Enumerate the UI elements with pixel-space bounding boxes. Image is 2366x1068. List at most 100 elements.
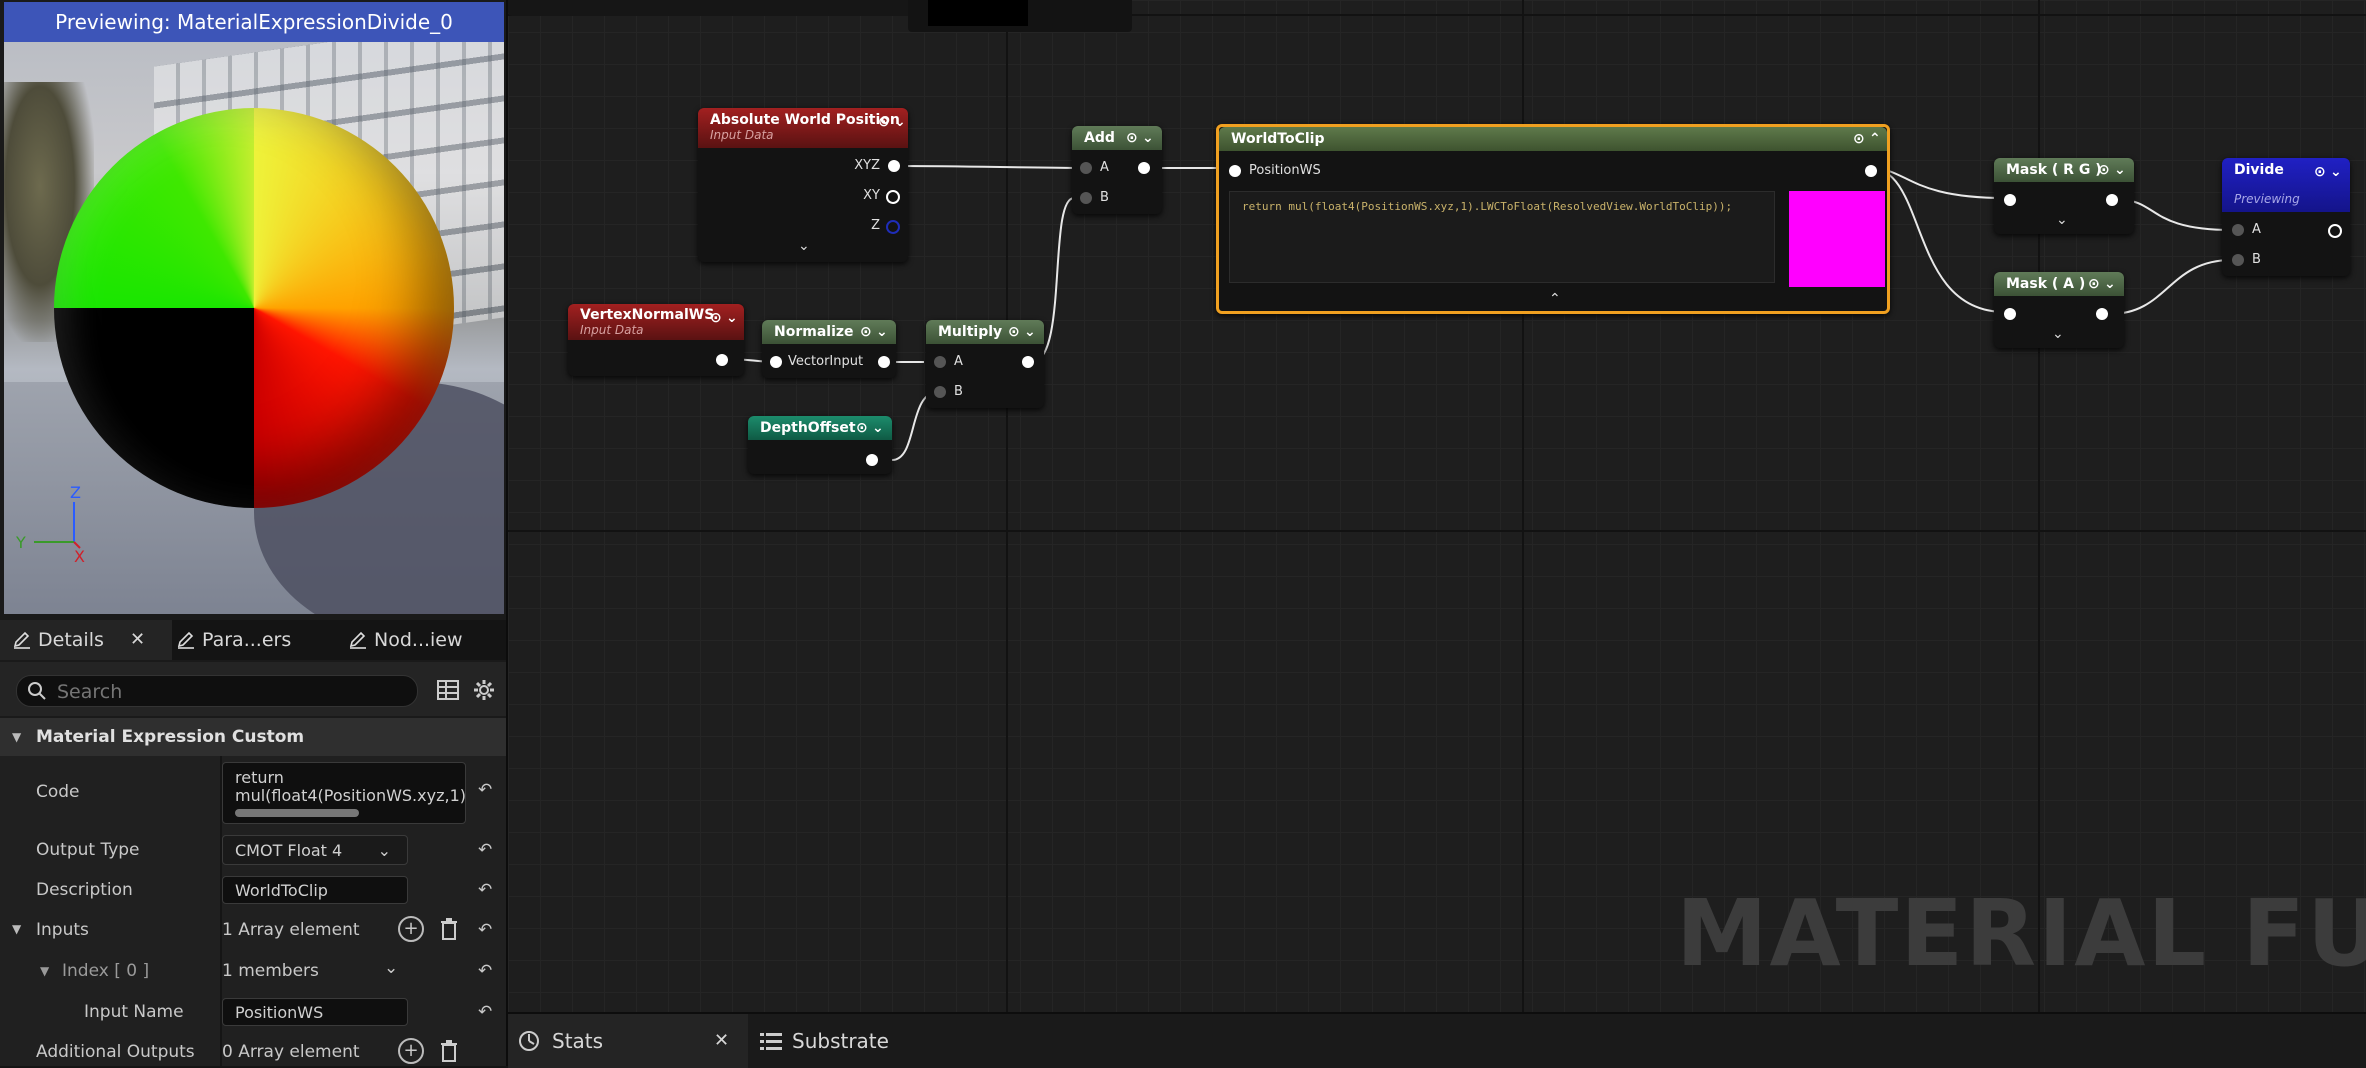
row-inputs: ▼ Inputs 1 Array element + ↶ <box>0 910 506 951</box>
tab-parameters[interactable]: Para...ers <box>164 620 346 660</box>
reset-icon[interactable]: ↶ <box>478 780 492 800</box>
search-box[interactable] <box>16 675 418 708</box>
tab-node-preview[interactable]: Nod...iew <box>336 620 518 660</box>
trash-icon[interactable] <box>440 1040 458 1062</box>
preview-toggle-icon[interactable]: ⊙ <box>2314 164 2326 180</box>
chevron-down-icon[interactable]: ⌄ <box>1024 320 1036 344</box>
output-pin[interactable] <box>1865 165 1877 177</box>
preview-toggle-icon[interactable]: ⊙ <box>1853 127 1865 151</box>
input-pin-a[interactable] <box>934 356 946 368</box>
add-element-icon[interactable]: + <box>398 1038 424 1064</box>
tab-substrate[interactable]: Substrate <box>760 1014 980 1068</box>
chevron-down-icon[interactable]: ⌄ <box>2330 164 2342 180</box>
node-mask-a[interactable]: Mask ( A ) ⊙ ⌄ ⌄ <box>1994 272 2124 348</box>
index-value: 1 members <box>222 961 319 981</box>
output-pin[interactable] <box>716 354 728 366</box>
add-element-icon[interactable]: + <box>398 916 424 942</box>
node-title: Multiply <box>938 324 1003 340</box>
chevron-down-icon[interactable]: ⌄ <box>2052 326 2064 342</box>
output-type-value: CMOT Float 4 <box>235 841 343 860</box>
node-world-to-clip[interactable]: WorldToClip ⊙ ⌃ PositionWS return mul(fl… <box>1216 124 1890 314</box>
input-pin-b[interactable] <box>1080 192 1092 204</box>
preview-toggle-icon[interactable]: ⊙ <box>1126 126 1138 150</box>
node-mask-rg[interactable]: Mask ( R G ) ⊙ ⌄ ⌄ <box>1994 158 2134 234</box>
code-line-2: mul(float4(PositionWS.xyz,1),L' <box>235 786 466 805</box>
chevron-up-icon[interactable]: ⌃ <box>1549 291 1561 307</box>
close-icon[interactable]: ✕ <box>130 620 145 660</box>
gear-icon[interactable] <box>472 678 496 702</box>
trash-icon[interactable] <box>440 918 458 940</box>
output-pin[interactable] <box>1138 162 1150 174</box>
node-depth-offset[interactable]: DepthOffset ⊙ ⌄ <box>748 416 892 474</box>
reset-icon[interactable]: ↶ <box>478 920 492 940</box>
input-pin[interactable] <box>2004 308 2016 320</box>
table-view-icon[interactable] <box>436 678 460 702</box>
reset-icon[interactable]: ↶ <box>478 961 492 981</box>
preview-toggle-icon[interactable]: ⊙ <box>878 114 890 130</box>
chevron-down-icon[interactable]: ⌄ <box>798 238 810 254</box>
tab-details[interactable]: Details ✕ <box>0 620 172 660</box>
code-field[interactable]: return mul(float4(PositionWS.xyz,1),L' <box>222 762 466 824</box>
chevron-down-icon: ▼ <box>12 730 22 744</box>
input-pin-a[interactable] <box>2232 224 2244 236</box>
input-pin-positionws[interactable] <box>1229 165 1241 177</box>
search-input[interactable] <box>55 676 409 708</box>
chevron-down-icon[interactable]: ⌄ <box>2114 158 2126 182</box>
preview-viewport[interactable]: Previewing: MaterialExpressionDivide_0 Z… <box>4 2 504 614</box>
node-normalize[interactable]: Normalize ⊙ ⌄ VectorInput <box>762 320 896 378</box>
input-name-field[interactable]: PositionWS <box>222 998 408 1026</box>
chevron-down-icon[interactable]: ⌄ <box>2056 212 2068 228</box>
node-add[interactable]: Add ⊙ ⌄ A B <box>1072 126 1162 214</box>
output-pin[interactable] <box>2106 194 2118 206</box>
output-pin[interactable] <box>878 356 890 368</box>
preview-toggle-icon[interactable]: ⊙ <box>856 416 868 440</box>
node-absolute-world-position[interactable]: Absolute World Position Input Data ⊙ ⌄ X… <box>698 108 908 262</box>
tab-stats[interactable]: Stats ✕ <box>508 1014 748 1068</box>
close-icon[interactable]: ✕ <box>714 1014 729 1068</box>
preview-toggle-icon[interactable]: ⊙ <box>710 310 722 326</box>
preview-toggle-icon[interactable]: ⊙ <box>2088 272 2100 296</box>
chevron-down-icon[interactable]: ▼ <box>40 964 49 978</box>
node-divide[interactable]: Divide Previewing ⊙ ⌄ A B <box>2222 158 2350 276</box>
input-pin[interactable] <box>770 356 782 368</box>
chevron-down-icon[interactable]: ▼ <box>12 922 21 936</box>
output-pin[interactable] <box>2096 308 2108 320</box>
chevron-up-icon[interactable]: ⌃ <box>1869 127 1881 151</box>
node-title: WorldToClip <box>1231 131 1325 147</box>
chevron-down-icon[interactable]: ⌄ <box>1142 126 1154 150</box>
input-pin-b[interactable] <box>2232 254 2244 266</box>
preview-toggle-icon[interactable]: ⊙ <box>2098 158 2110 182</box>
chevron-down-icon[interactable]: ⌄ <box>2104 272 2116 296</box>
chevron-down-icon[interactable]: ⌄ <box>384 958 398 978</box>
material-graph[interactable]: MATERIAL FUNCTI Absolute World Position … <box>508 0 2366 1012</box>
node-title: Mask ( R G ) <box>2006 162 2102 178</box>
preview-toggle-icon[interactable]: ⊙ <box>1008 320 1020 344</box>
node-header: Absolute World Position Input Data ⊙ ⌄ <box>698 108 908 148</box>
chevron-down-icon[interactable]: ⌄ <box>872 416 884 440</box>
output-type-dropdown[interactable]: CMOT Float 4 ⌄ <box>222 835 408 865</box>
reset-icon[interactable]: ↶ <box>478 840 492 860</box>
input-pin-b[interactable] <box>934 386 946 398</box>
description-field[interactable]: WorldToClip <box>222 876 408 904</box>
node-vertex-normal-ws[interactable]: VertexNormalWS Input Data ⊙ ⌄ <box>568 304 744 376</box>
node-multiply[interactable]: Multiply ⊙ ⌄ A B <box>926 320 1044 408</box>
chevron-down-icon[interactable]: ⌄ <box>726 310 738 326</box>
output-pin[interactable] <box>866 454 878 466</box>
node-title: Add <box>1084 130 1115 146</box>
chevron-down-icon[interactable]: ⌄ <box>894 114 906 130</box>
input-pin[interactable] <box>2004 194 2016 206</box>
reset-icon[interactable]: ↶ <box>478 880 492 900</box>
output-pin[interactable] <box>2328 224 2342 238</box>
reset-icon[interactable]: ↶ <box>478 1002 492 1022</box>
preview-toggle-icon[interactable]: ⊙ <box>860 320 872 344</box>
output-pin-z[interactable] <box>886 220 900 234</box>
section-material-expression-custom[interactable]: ▼ Material Expression Custom <box>0 718 506 756</box>
chevron-down-icon[interactable]: ⌄ <box>876 320 888 344</box>
output-pin-xyz[interactable] <box>888 160 900 172</box>
code-scrollbar[interactable] <box>235 809 359 817</box>
tab-details-label: Details <box>38 629 104 651</box>
output-pin-xy[interactable] <box>886 190 900 204</box>
code-preview-box[interactable]: return mul(float4(PositionWS.xyz,1).LWCT… <box>1229 191 1775 283</box>
output-pin[interactable] <box>1022 356 1034 368</box>
input-pin-a[interactable] <box>1080 162 1092 174</box>
